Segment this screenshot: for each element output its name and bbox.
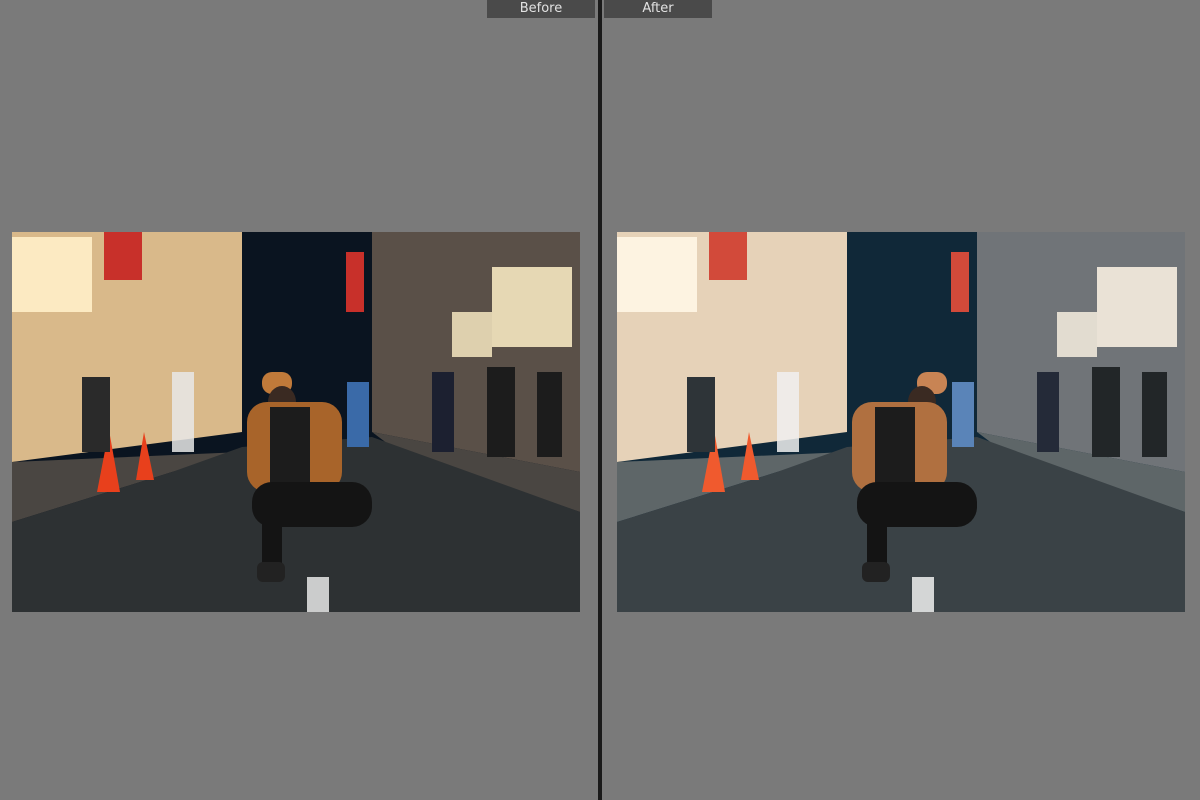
after-photo <box>617 232 1185 612</box>
before-label: Before <box>487 0 595 18</box>
after-photo-image <box>617 232 1185 612</box>
split-divider[interactable] <box>598 0 602 800</box>
after-label: After <box>604 0 712 18</box>
before-photo <box>12 232 580 612</box>
before-photo-image <box>12 232 580 612</box>
